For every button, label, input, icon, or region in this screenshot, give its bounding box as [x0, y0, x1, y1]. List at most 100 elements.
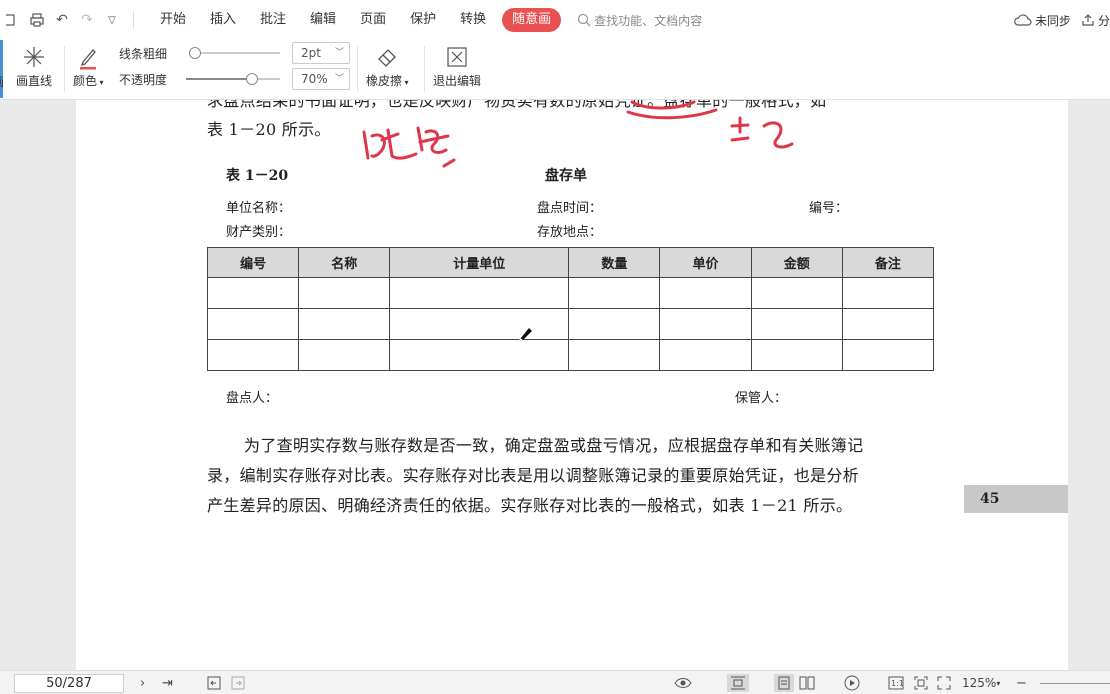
- table-cell: [750, 308, 843, 340]
- zoom-level-dropdown[interactable]: 125% ▾: [962, 674, 1000, 692]
- tab-edit[interactable]: 编辑: [298, 8, 348, 32]
- table-body: [206, 277, 935, 371]
- eraser-label: 橡皮擦: [366, 74, 403, 88]
- table-cell: [389, 277, 570, 309]
- eye-protection-icon[interactable]: [674, 674, 692, 692]
- table-row: [206, 308, 935, 340]
- table-cell: [568, 339, 661, 371]
- undo-icon[interactable]: ↶: [50, 8, 74, 32]
- sync-label: 未同步: [1034, 13, 1071, 28]
- share-icon: [1082, 14, 1094, 26]
- zoom-out-icon[interactable]: −: [1016, 674, 1027, 692]
- ribbon-tabs: 开始 插入 批注 编辑 页面 保护 转换 随意画: [148, 8, 562, 32]
- play-icon[interactable]: [844, 674, 860, 692]
- toolbar-divider: [357, 46, 358, 92]
- opacity-slider-knob[interactable]: [245, 73, 258, 85]
- next-page-icon[interactable]: ›: [140, 674, 145, 692]
- share-label: 分: [1097, 13, 1110, 28]
- tab-protect[interactable]: 保护: [398, 8, 448, 32]
- inventory-table: 编号 名称 计量单位 数量 单价 金额 备注: [206, 247, 935, 371]
- menu-bar: ↶ ↷ ▽ 开始 插入 批注 编辑 页面 保护 转换 随意画 查找功能、文档内容…: [0, 0, 1110, 40]
- line-width-slider[interactable]: [189, 47, 280, 59]
- col-header: 计量单位: [389, 247, 570, 278]
- sync-status-button[interactable]: 未同步: [1014, 12, 1071, 29]
- chevron-down-icon: ▾: [996, 678, 1001, 688]
- table-cell: [389, 339, 570, 371]
- fit-width-icon[interactable]: [727, 674, 749, 692]
- ink-annotations[interactable]: [76, 100, 1068, 670]
- print-icon[interactable]: [25, 8, 49, 32]
- quick-access-toolbar: ↶ ↷ ▽: [0, 0, 142, 40]
- exit-edit-button[interactable]: 退出编辑: [433, 44, 481, 89]
- feature-search[interactable]: 查找功能、文档内容: [577, 12, 702, 29]
- sparkle-line-icon: [22, 44, 46, 70]
- search-icon: [577, 13, 591, 27]
- paragraph-line: 表 1－20 所示。: [207, 120, 331, 139]
- field-location: 存放地点：: [537, 225, 603, 240]
- single-page-icon[interactable]: [774, 674, 794, 692]
- tab-comment[interactable]: 批注: [248, 8, 298, 32]
- save-icon[interactable]: [0, 8, 24, 32]
- tab-insert[interactable]: 插入: [198, 8, 248, 32]
- table-cell: [298, 339, 391, 371]
- table-cell: [841, 339, 935, 371]
- ink-stroke: [362, 128, 418, 160]
- color-picker-button[interactable]: 颜色 ▾: [73, 44, 104, 89]
- eraser-button[interactable]: 橡皮擦 ▾: [366, 44, 409, 89]
- freehand-tool-label[interactable]: 画: [0, 73, 4, 90]
- line-width-select[interactable]: 2pt ﹀: [292, 42, 350, 64]
- line-width-value: 2pt: [301, 46, 321, 60]
- draw-line-button[interactable]: 画直线: [16, 44, 52, 89]
- fullscreen-icon[interactable]: [937, 674, 951, 692]
- two-page-icon[interactable]: [799, 674, 815, 692]
- ink-stroke: [442, 158, 456, 168]
- chevron-down-icon: ▾: [97, 78, 104, 87]
- customize-dropdown-icon[interactable]: ▽: [100, 8, 124, 32]
- last-page-icon[interactable]: ⇥: [162, 674, 173, 692]
- table-cell: [568, 277, 661, 309]
- back-icon[interactable]: [207, 674, 221, 692]
- table-cell: [750, 339, 843, 371]
- ink-stroke: [730, 116, 794, 149]
- tab-home[interactable]: 开始: [148, 8, 198, 32]
- svg-text:1:1: 1:1: [891, 679, 904, 688]
- col-header: 名称: [298, 247, 391, 278]
- tab-freehand-draw[interactable]: 随意画: [502, 8, 562, 32]
- line-width-slider-knob[interactable]: [189, 47, 201, 59]
- table-cell: [298, 308, 391, 340]
- table-cell: [206, 339, 300, 371]
- paragraph-line: 求盘点结果的书面证明，也是反映财产物资实有数的原始凭证。盘存单的一般格式，如: [207, 100, 827, 110]
- draw-line-label: 画直线: [16, 74, 53, 88]
- counter-signature-label: 盘点人：: [226, 391, 279, 406]
- col-header: 金额: [750, 247, 843, 278]
- tab-page[interactable]: 页面: [348, 8, 398, 32]
- pen-cursor-icon: [519, 328, 532, 341]
- share-button[interactable]: 分: [1081, 12, 1110, 29]
- fit-page-icon[interactable]: [914, 674, 928, 692]
- table-cell: [750, 277, 843, 309]
- table-cell: [659, 308, 752, 340]
- table-cell: [206, 308, 300, 340]
- tab-convert[interactable]: 转换: [448, 8, 498, 32]
- opacity-value: 70%: [301, 72, 328, 86]
- col-header: 数量: [568, 247, 661, 278]
- col-header: 备注: [841, 247, 935, 278]
- col-header: 单价: [659, 247, 752, 278]
- color-label: 颜色: [73, 74, 98, 88]
- forward-icon[interactable]: [231, 674, 245, 692]
- table-cell: [389, 308, 570, 340]
- page-indicator-input[interactable]: 50/287: [14, 674, 124, 693]
- keeper-signature-label: 保管人：: [735, 391, 788, 406]
- paragraph-line: 为了查明实存数与账存数是否一致，确定盘盈或盘亏情况，应根据盘存单和有关账簿记: [244, 436, 864, 455]
- redo-icon[interactable]: ↷: [75, 8, 99, 32]
- zoom-slider[interactable]: [1040, 683, 1110, 684]
- opacity-select[interactable]: 70% ﹀: [292, 68, 350, 90]
- col-header: 编号: [206, 247, 300, 278]
- opacity-slider[interactable]: [186, 73, 280, 85]
- table-cell: [298, 277, 391, 309]
- actual-size-icon[interactable]: 1:1: [888, 674, 904, 692]
- line-width-label: 线条粗细: [119, 47, 168, 61]
- document-viewport[interactable]: 求盘点结果的书面证明，也是反映财产物资实有数的原始凭证。盘存单的一般格式，如 表…: [0, 100, 1110, 670]
- document-page[interactable]: 求盘点结果的书面证明，也是反映财产物资实有数的原始凭证。盘存单的一般格式，如 表…: [76, 100, 1068, 670]
- cloud-icon: [1014, 14, 1032, 26]
